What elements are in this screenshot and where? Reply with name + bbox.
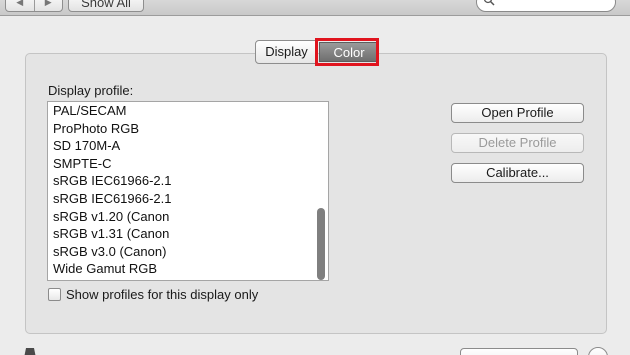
- profile-list-scrollbar[interactable]: [314, 102, 328, 280]
- help-button[interactable]: [588, 347, 608, 355]
- list-item[interactable]: PAL/SECAM: [48, 102, 328, 120]
- window-toolbar: ◀ ▶ Show All: [0, 0, 630, 16]
- show-all-button[interactable]: Show All: [68, 0, 144, 12]
- list-item[interactable]: SMPTE-C: [48, 155, 328, 173]
- tab-display[interactable]: Display: [255, 40, 318, 64]
- back-arrow-icon[interactable]: ◀: [6, 0, 34, 11]
- lock-icon[interactable]: [22, 346, 38, 355]
- display-profile-label: Display profile:: [48, 83, 134, 98]
- list-item[interactable]: sRGB v3.0 (Canon): [48, 243, 328, 261]
- back-forward-group: ◀ ▶: [5, 0, 63, 12]
- show-profiles-checkbox[interactable]: [48, 288, 61, 301]
- search-icon: [483, 0, 495, 6]
- scrollbar-thumb[interactable]: [317, 208, 325, 280]
- forward-arrow-icon[interactable]: ▶: [33, 0, 63, 11]
- list-item[interactable]: sRGB IEC61966-2.1: [48, 172, 328, 190]
- tab-color[interactable]: Color: [319, 42, 379, 62]
- open-profile-button[interactable]: Open Profile: [451, 103, 584, 123]
- calibrate-button[interactable]: Calibrate...: [451, 163, 584, 183]
- search-input[interactable]: [476, 0, 616, 12]
- tab-color-wrapper: Color: [315, 38, 382, 66]
- list-item[interactable]: sRGB v1.20 (Canon: [48, 208, 328, 226]
- bottom-button[interactable]: [460, 348, 578, 355]
- show-profiles-checkbox-row[interactable]: Show profiles for this display only: [48, 287, 258, 302]
- color-preferences-window: ◀ ▶ Show All Display Color Display profi…: [0, 0, 630, 355]
- show-profiles-checkbox-label[interactable]: Show profiles for this display only: [66, 287, 258, 302]
- delete-profile-button[interactable]: Delete Profile: [451, 133, 584, 153]
- list-item[interactable]: SD 170M-A: [48, 137, 328, 155]
- list-item[interactable]: sRGB v1.31 (Canon: [48, 225, 328, 243]
- list-item[interactable]: ProPhoto RGB: [48, 120, 328, 138]
- list-item[interactable]: sRGB IEC61966-2.1: [48, 190, 328, 208]
- tab-bar: Display Color: [255, 38, 382, 66]
- profile-list[interactable]: PAL/SECAM ProPhoto RGB SD 170M-A SMPTE-C…: [47, 101, 329, 281]
- list-item[interactable]: Wide Gamut RGB: [48, 260, 328, 278]
